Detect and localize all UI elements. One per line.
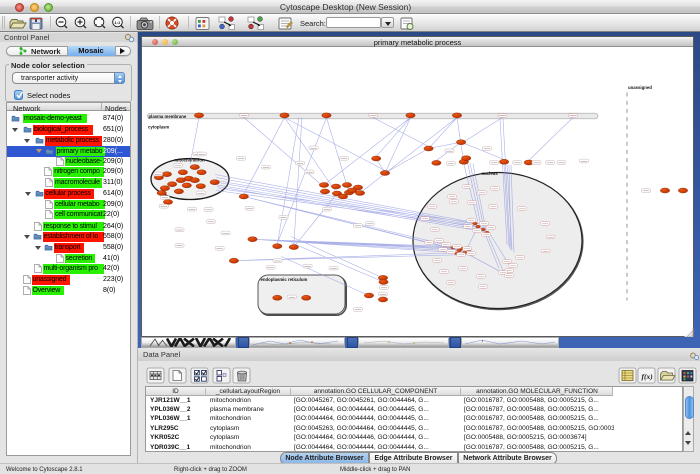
svg-text:1:1: 1:1: [115, 20, 122, 25]
svg-text:f(x): f(x): [642, 372, 654, 381]
svg-text:endoplasmic reticulum: endoplasmic reticulum: [261, 277, 308, 282]
svg-text:mitochondrion: mitochondrion: [175, 158, 205, 163]
svg-text:cytoplasm: cytoplasm: [148, 124, 169, 129]
svg-text:nucleus: nucleus: [482, 171, 499, 176]
svg-text:plasma membrane: plasma membrane: [149, 114, 187, 119]
svg-text:unassigned: unassigned: [628, 85, 652, 90]
